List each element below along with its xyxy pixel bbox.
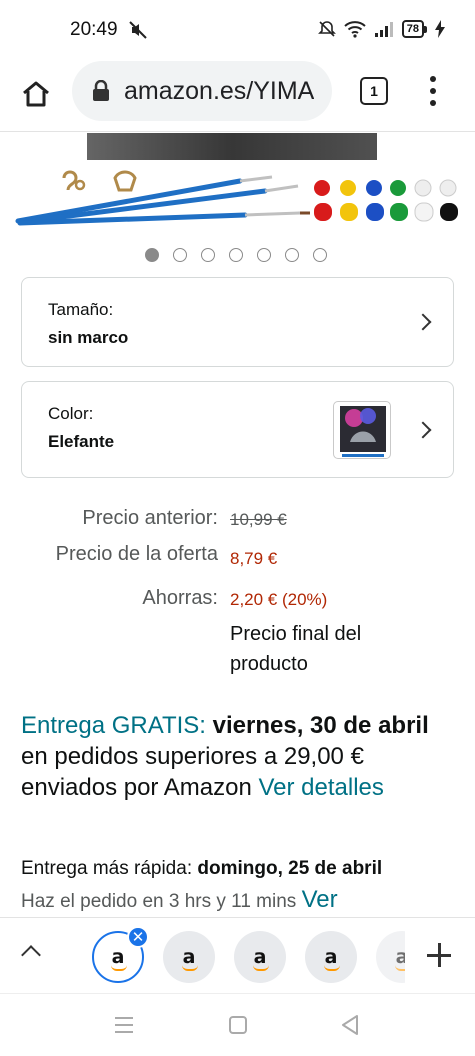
home-icon	[23, 81, 49, 107]
tab-thumbnail[interactable]: a	[234, 931, 286, 983]
size-value: sin marco	[48, 328, 129, 347]
carousel-dots	[0, 248, 475, 262]
fast-delivery-info: Entrega más rápida: domingo, 25 de abril…	[21, 853, 461, 917]
home-button[interactable]	[18, 76, 54, 112]
color-selector[interactable]: Color: Elefante	[21, 381, 454, 478]
tab-thumbnail[interactable]: a	[305, 931, 357, 983]
browser-menu-button[interactable]	[421, 74, 445, 108]
size-label: Tamaño:	[48, 300, 114, 319]
previous-price-value: 10,99 €	[230, 510, 287, 529]
carousel-dot[interactable]	[201, 248, 215, 262]
url-bar[interactable]: amazon.es/YIMA	[72, 61, 332, 121]
savings-label: Ahorras:	[142, 587, 218, 609]
product-image[interactable]	[0, 133, 475, 233]
home-nav-icon[interactable]	[228, 1015, 248, 1035]
delivery-date: viernes, 30 de abril	[212, 712, 429, 739]
status-bar: 20:49 78	[0, 0, 475, 58]
carousel-dot[interactable]	[145, 248, 159, 262]
carousel-dot[interactable]	[285, 248, 299, 262]
savings-value: 2,20 € (20%)	[230, 590, 328, 609]
mute-icon	[129, 21, 147, 39]
carousel-dot[interactable]	[313, 248, 327, 262]
signal-icon	[374, 22, 393, 37]
alarm-off-icon	[317, 21, 336, 37]
close-tab-icon[interactable]: ✕	[127, 926, 149, 948]
fast-delivery-details-link[interactable]: Ver	[302, 886, 338, 913]
offer-price-value: 8,79 €	[230, 549, 278, 568]
charging-icon	[435, 20, 445, 38]
color-swatch-image	[333, 401, 391, 459]
size-selector[interactable]: Tamaño: sin marco	[21, 277, 454, 367]
delivery-details-link[interactable]: Ver detalles	[258, 774, 383, 801]
previous-price-label: Precio anterior:	[82, 507, 218, 529]
product-photo	[15, 133, 458, 226]
delivery-info: Entrega GRATIS: viernes, 30 de abril en …	[21, 710, 456, 803]
carousel-dot[interactable]	[229, 248, 243, 262]
menu-dot-icon	[430, 88, 436, 94]
free-delivery-label: Entrega GRATIS:	[21, 712, 206, 739]
status-time: 20:49	[70, 19, 118, 40]
order-within-text: Haz el pedido en 3 hrs y 11 mins	[21, 891, 297, 912]
status-icons: 78	[317, 20, 445, 38]
new-tab-button[interactable]	[427, 943, 451, 967]
tab-switcher-button[interactable]: 1	[360, 77, 388, 105]
tab-thumbnail[interactable]: a	[163, 931, 215, 983]
carousel-dot[interactable]	[257, 248, 271, 262]
carousel-dot[interactable]	[173, 248, 187, 262]
url-text: amazon.es/YIMA	[124, 76, 315, 105]
system-nav-bar	[0, 993, 475, 1056]
back-nav-icon[interactable]	[340, 1014, 360, 1036]
wifi-icon	[344, 21, 366, 38]
amazon-logo-icon: a	[110, 947, 127, 971]
browser-toolbar: amazon.es/YIMA 1	[0, 58, 475, 132]
amazon-logo-icon: a	[323, 947, 340, 971]
amazon-logo-icon: a	[252, 947, 269, 971]
amazon-logo-icon: a	[181, 947, 198, 971]
fast-delivery-date: domingo, 25 de abril	[197, 858, 383, 879]
lock-icon	[93, 80, 109, 101]
fast-delivery-label: Entrega más rápida:	[21, 858, 193, 879]
menu-dot-icon	[430, 100, 436, 106]
final-price-note: Precio final del producto	[230, 623, 362, 675]
menu-dot-icon	[430, 76, 436, 82]
recents-menu-icon[interactable]	[114, 1016, 134, 1034]
tab-strip: a a a a a	[0, 917, 475, 993]
battery-level: 78	[401, 20, 424, 38]
offer-price-label: Precio de la oferta	[55, 543, 218, 565]
battery-icon: 78	[401, 20, 427, 38]
chevron-up-icon[interactable]	[21, 945, 41, 965]
